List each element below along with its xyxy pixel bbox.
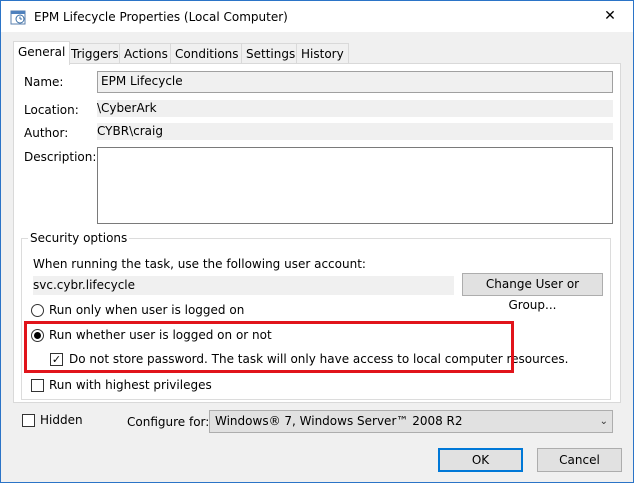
tab-settings[interactable]: Settings — [241, 43, 301, 64]
security-options-title: Security options — [28, 231, 130, 245]
account-prompt: When running the task, use the following… — [33, 257, 366, 271]
configure-for-dropdown[interactable]: Windows® 7, Windows Server™ 2008 R2 ⌄ — [209, 410, 613, 433]
title-bar[interactable]: EPM Lifecycle Properties (Local Computer… — [1, 1, 633, 32]
close-button[interactable]: ✕ — [587, 1, 633, 32]
ok-button[interactable]: OK — [438, 448, 523, 472]
close-icon: ✕ — [604, 8, 616, 24]
highest-privileges-label: Run with highest privileges — [49, 378, 212, 392]
name-label: Name: — [24, 75, 64, 89]
name-field[interactable]: EPM Lifecycle — [97, 71, 613, 93]
run-only-logged-on-label: Run only when user is logged on — [49, 303, 245, 317]
description-field[interactable] — [97, 147, 613, 224]
window-title: EPM Lifecycle Properties (Local Computer… — [34, 10, 288, 24]
location-label: Location: — [24, 103, 79, 117]
red-highlight-box — [24, 321, 514, 373]
tab-general[interactable]: General — [13, 41, 71, 65]
task-scheduler-icon — [10, 10, 26, 25]
tab-conditions[interactable]: Conditions — [170, 43, 244, 64]
author-label: Author: — [24, 126, 69, 140]
author-value: CYBR\craig — [97, 123, 613, 140]
highest-privileges-checkbox[interactable] — [31, 379, 44, 392]
configure-for-value: Windows® 7, Windows Server™ 2008 R2 — [215, 414, 463, 428]
hidden-checkbox[interactable] — [22, 414, 35, 427]
chevron-down-icon: ⌄ — [599, 416, 608, 427]
run-only-logged-on-radio[interactable] — [31, 304, 44, 317]
user-account-value: svc.cybr.lifecycle — [33, 276, 454, 295]
change-user-button[interactable]: Change User or Group... — [462, 273, 603, 312]
tab-actions[interactable]: Actions — [119, 43, 173, 64]
tab-history[interactable]: History — [296, 43, 349, 64]
configure-for-label: Configure for: — [127, 415, 210, 429]
hidden-label: Hidden — [40, 413, 83, 427]
location-value: \CyberArk — [97, 100, 613, 117]
cancel-button[interactable]: Cancel — [537, 448, 622, 472]
description-label: Description: — [24, 150, 97, 164]
tab-triggers[interactable]: Triggers — [66, 43, 124, 64]
